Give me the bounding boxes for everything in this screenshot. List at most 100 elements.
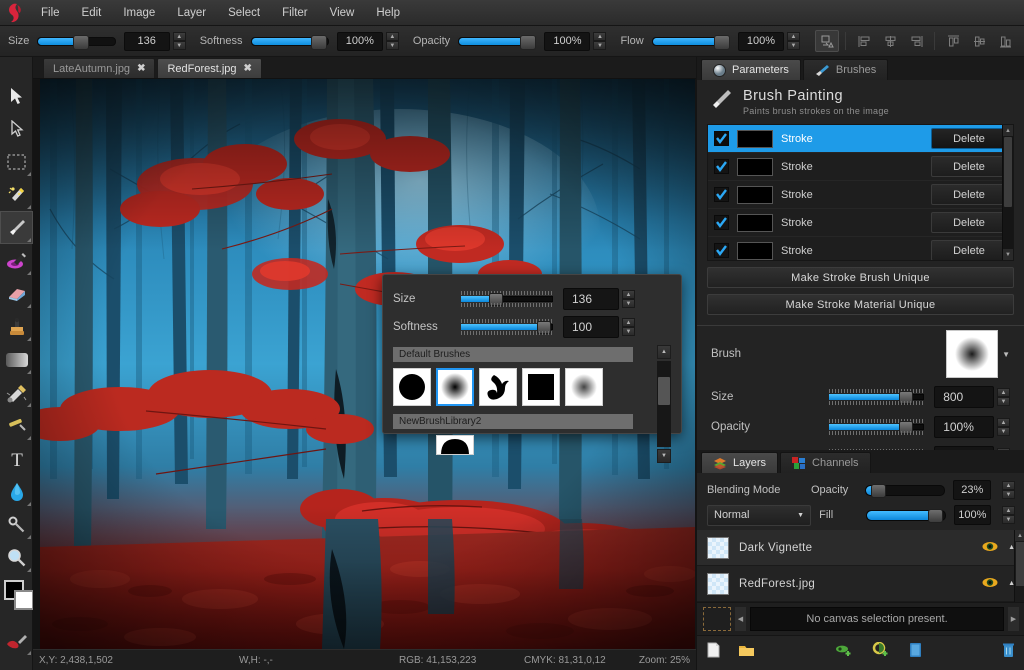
stroke-list-scrollbar[interactable]: ▲ ▼: [1002, 125, 1013, 260]
text-tool[interactable]: T: [0, 442, 33, 475]
eraser-tool[interactable]: [0, 277, 33, 310]
menu-layer[interactable]: Layer: [166, 0, 217, 26]
size-value[interactable]: 136: [124, 32, 170, 51]
table-row[interactable]: Stroke Delete: [708, 125, 1013, 153]
flow-up-icon[interactable]: ▲: [787, 32, 800, 41]
selection-next-icon[interactable]: ▶: [1008, 607, 1019, 631]
brush-size-stepper[interactable]: ▲▼: [997, 388, 1010, 406]
stroke-checkbox[interactable]: [714, 131, 729, 146]
softness-value[interactable]: 100%: [337, 32, 383, 51]
stroke-checkbox[interactable]: [714, 243, 729, 258]
doctab-redforest[interactable]: RedForest.jpg ✖: [157, 58, 261, 78]
close-icon[interactable]: ✖: [244, 63, 252, 74]
tab-brushes[interactable]: Brushes: [803, 59, 888, 80]
new-layer-icon[interactable]: [707, 642, 720, 661]
delete-stroke-button[interactable]: Delete: [931, 156, 1007, 177]
brush-dropdown-icon[interactable]: ▼: [1002, 350, 1010, 359]
open-folder-icon[interactable]: [738, 643, 755, 660]
delete-stroke-button[interactable]: Delete: [931, 212, 1007, 233]
scroll-up-icon[interactable]: ▲: [1003, 125, 1013, 136]
size-down-icon[interactable]: ▼: [173, 41, 186, 50]
tab-parameters[interactable]: Parameters: [701, 59, 801, 80]
material-picker-tool[interactable]: [0, 624, 33, 657]
layer-list-scrollbar[interactable]: ▲: [1014, 530, 1024, 602]
magic-wand-tool[interactable]: [0, 178, 33, 211]
size-down-icon[interactable]: ▼: [622, 299, 635, 308]
align-bottom-icon[interactable]: [993, 30, 1017, 52]
up-icon[interactable]: ▲: [997, 388, 1010, 397]
doctab-lateautumn[interactable]: LateAutumn.jpg ✖: [43, 58, 155, 78]
align-right-icon[interactable]: [904, 30, 928, 52]
layer-fill-stepper[interactable]: ▲▼: [1002, 506, 1015, 524]
stroke-checkbox[interactable]: [714, 215, 729, 230]
tab-layers[interactable]: Layers: [701, 452, 778, 473]
opacity-stepper[interactable]: ▲▼: [593, 32, 606, 50]
pen-tool[interactable]: [0, 508, 33, 541]
layer-row-dark-vignette[interactable]: Dark Vignette ▲: [697, 530, 1024, 566]
color-swatches[interactable]: [0, 578, 33, 618]
opacity-slider[interactable]: [458, 37, 536, 46]
layer-fill-slider[interactable]: [866, 510, 946, 521]
scroll-thumb[interactable]: [1004, 137, 1012, 207]
stroke-checkbox[interactable]: [714, 187, 729, 202]
brush-dialog-size-slider[interactable]: [461, 290, 553, 308]
brush-list-scroll-thumb[interactable]: [658, 377, 670, 405]
menu-file[interactable]: File: [30, 0, 71, 26]
size-slider[interactable]: [37, 37, 115, 46]
brush-thumb-square[interactable]: [522, 368, 560, 406]
stroke-color-swatch[interactable]: [737, 186, 773, 204]
brush-thumb-animal-shape[interactable]: [479, 368, 517, 406]
brush-list-scroll-up[interactable]: ▲: [657, 345, 671, 359]
down-icon[interactable]: ▼: [997, 427, 1010, 436]
flow-stepper[interactable]: ▲▼: [787, 32, 800, 50]
brush-dialog-softness-value[interactable]: 100: [563, 316, 619, 338]
size-up-icon[interactable]: ▲: [622, 290, 635, 299]
layer-fill-value[interactable]: 100%: [954, 505, 991, 525]
brush-library-header-default[interactable]: Default Brushes: [393, 347, 633, 362]
gradient-tool[interactable]: [0, 343, 33, 376]
zoom-tool[interactable]: [0, 541, 33, 574]
softness-stepper[interactable]: ▲▼: [386, 32, 399, 50]
smudge-tool[interactable]: [0, 244, 33, 277]
layer-opacity-stepper[interactable]: ▲▼: [1002, 481, 1015, 499]
align-top-icon[interactable]: [941, 30, 965, 52]
menu-select[interactable]: Select: [217, 0, 271, 26]
brush-thumb-soft-round[interactable]: [436, 368, 474, 406]
table-row[interactable]: Stroke Delete: [708, 237, 1013, 261]
move-tool[interactable]: [0, 79, 33, 112]
layer-opacity-value[interactable]: 23%: [953, 480, 991, 500]
marquee-tool[interactable]: [0, 145, 33, 178]
up-icon[interactable]: ▲: [1002, 481, 1015, 490]
stroke-color-swatch[interactable]: [737, 130, 773, 148]
layer-thumbnail[interactable]: [707, 573, 729, 595]
opacity-down-icon[interactable]: ▼: [593, 41, 606, 50]
brush-library-header-new[interactable]: NewBrushLibrary2: [393, 414, 633, 429]
scroll-up-icon[interactable]: ▲: [1015, 530, 1024, 541]
softness-slider[interactable]: [251, 37, 329, 46]
blending-mode-select[interactable]: Normal ▼: [707, 505, 811, 526]
stroke-checkbox[interactable]: [714, 159, 729, 174]
down-icon[interactable]: ▼: [997, 397, 1010, 406]
table-row[interactable]: Stroke Delete: [708, 181, 1013, 209]
clone-stamp-tool[interactable]: [0, 310, 33, 343]
menu-edit[interactable]: Edit: [71, 0, 113, 26]
flow-slider[interactable]: [652, 37, 730, 46]
softness-down-icon[interactable]: ▼: [622, 327, 635, 336]
add-adjustment-icon[interactable]: [872, 642, 891, 661]
layer-thumbnail[interactable]: [707, 537, 729, 559]
chevron-down-icon[interactable]: ▼: [797, 512, 804, 519]
table-row[interactable]: Stroke Delete: [708, 209, 1013, 237]
align-center-h-icon[interactable]: [878, 30, 902, 52]
selection-prev-icon[interactable]: ◀: [735, 607, 746, 631]
brush-picker-dialog[interactable]: Size 136 ▲▼ Softness 100 ▲▼ Defaul: [382, 274, 682, 434]
scroll-thumb[interactable]: [1016, 542, 1024, 586]
tab-channels[interactable]: Channels: [780, 452, 870, 473]
fill-tool[interactable]: [0, 475, 33, 508]
select-tool[interactable]: [0, 112, 33, 145]
brush-tool[interactable]: [0, 211, 33, 244]
brush-size-value[interactable]: 800: [934, 386, 994, 408]
brush-opacity-stepper[interactable]: ▲▼: [997, 418, 1010, 436]
eyedropper-tool[interactable]: [0, 376, 33, 409]
snap-icon[interactable]: [815, 30, 839, 52]
delete-stroke-button[interactable]: Delete: [931, 240, 1007, 261]
